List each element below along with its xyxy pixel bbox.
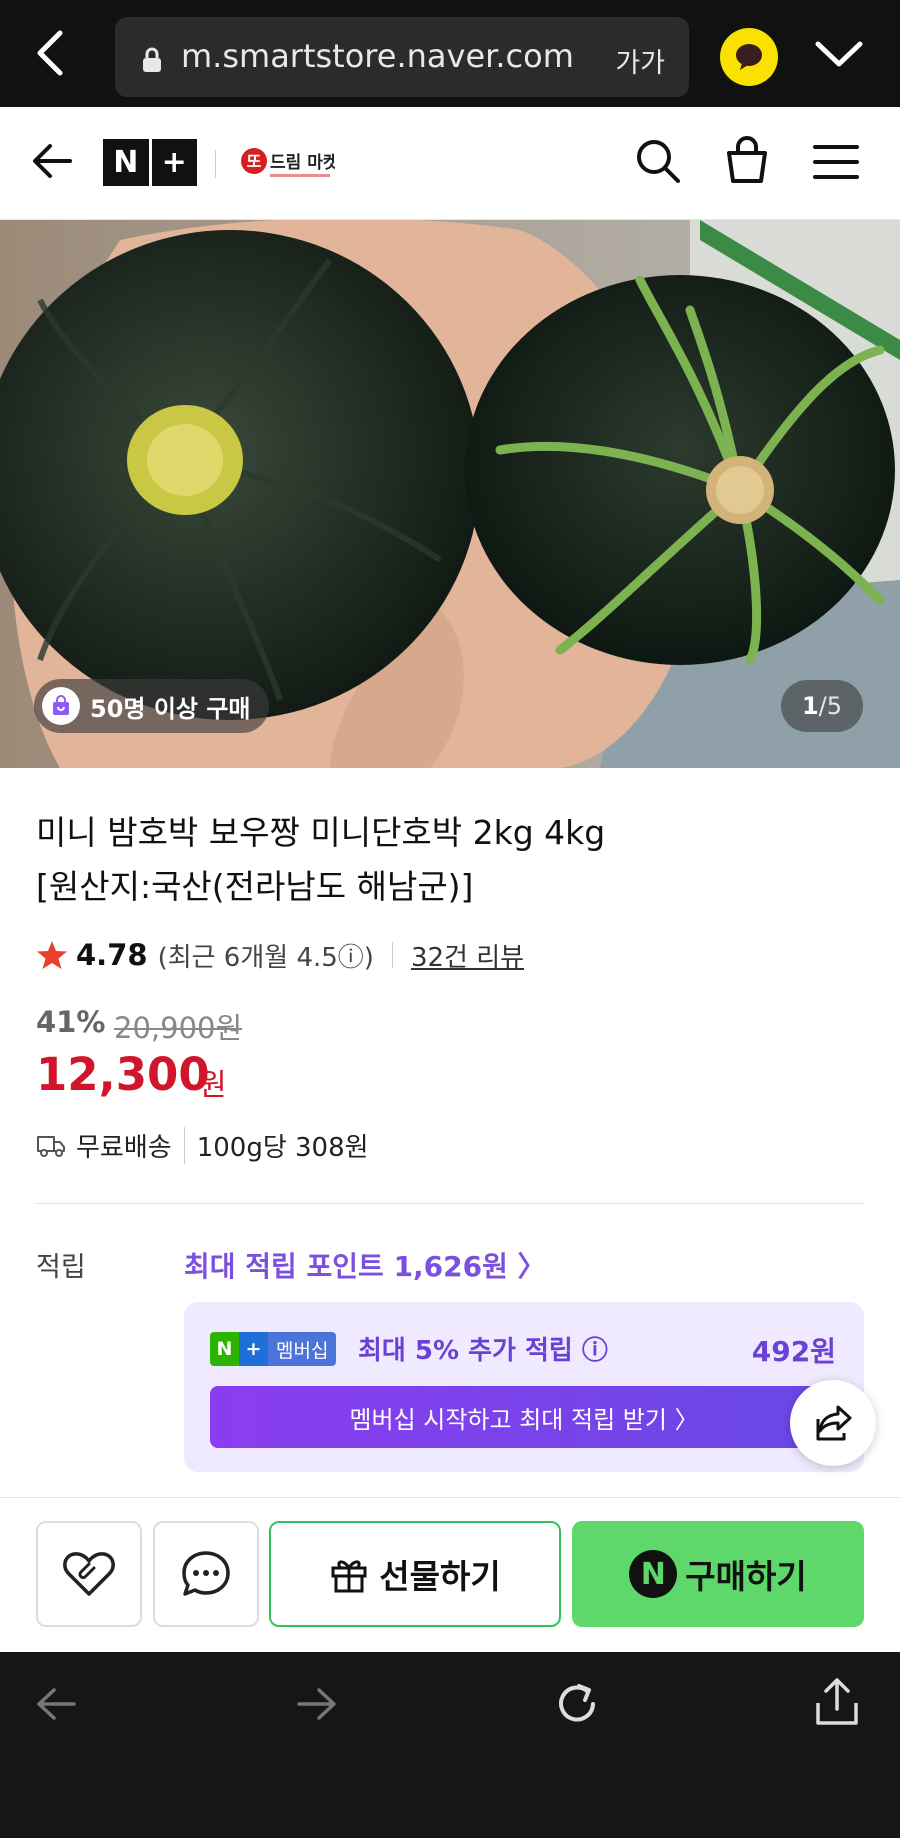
section-divider xyxy=(36,1203,864,1204)
shopping-bag-icon[interactable] xyxy=(723,135,771,185)
gift-icon xyxy=(331,1560,367,1593)
product-title: 미니 밤호박 보우짱 미니단호박 2kg 4kg [원산지:국산(전라남도 해남… xyxy=(36,806,866,914)
naver-pay-icon: N xyxy=(629,1550,678,1598)
lock-icon xyxy=(143,47,161,72)
shopping-bag-icon xyxy=(42,687,80,725)
browser-toolbar: m.smartstore.naver.com 가가 xyxy=(0,0,900,107)
browser-bottom-bar xyxy=(0,1652,900,1838)
speech-bubble-icon xyxy=(736,44,762,70)
text-size-button[interactable]: 가가 xyxy=(615,41,665,80)
logo-divider xyxy=(215,150,216,178)
product-title-line2: [원산지:국산(전라남도 해남군)] xyxy=(36,867,474,906)
buy-button[interactable]: N 구매하기 xyxy=(572,1521,864,1627)
chat-bubble-icon xyxy=(182,1551,230,1596)
naver-plus-logo[interactable]: N + xyxy=(103,139,197,186)
buy-label: 구매하기 xyxy=(685,1557,807,1596)
points-label: 적립 xyxy=(36,1252,86,1283)
membership-extra-points[interactable]: 최대 5% 추가 적립 ⓘ xyxy=(358,1330,608,1367)
store-header: N + 또 드림 마켓 xyxy=(0,107,900,220)
membership-badge-plus: + xyxy=(239,1332,268,1366)
store-logo[interactable]: 또 드림 마켓 xyxy=(240,145,335,185)
back-arrow-icon[interactable] xyxy=(30,139,74,183)
svg-text:또: 또 xyxy=(247,152,262,171)
image-counter-total: /5 xyxy=(818,692,843,720)
rating-divider xyxy=(391,942,393,968)
share-button[interactable] xyxy=(790,1380,876,1466)
rating-score: 4.78 xyxy=(76,938,148,972)
rating-row: 4.78 (최근 6개월 4.5ⓘ) 32건 리뷰 xyxy=(36,935,524,975)
membership-start-button[interactable]: 멤버십 시작하고 최대 적립 받기 〉 xyxy=(210,1386,838,1448)
star-icon xyxy=(37,941,67,969)
url-text: m.smartstore.naver.com xyxy=(181,37,574,75)
chevron-down-icon[interactable] xyxy=(812,34,866,74)
review-link[interactable]: 32건 리뷰 xyxy=(411,937,524,974)
nplus-n: N xyxy=(103,139,152,186)
free-shipping: 무료배송 xyxy=(76,1132,172,1163)
recent-rating[interactable]: (최근 6개월 4.5ⓘ) xyxy=(158,937,374,974)
membership-badge-n: N xyxy=(210,1332,239,1366)
wishlist-button[interactable] xyxy=(36,1521,142,1627)
product-image-carousel[interactable]: 50명 이상 구매 1/5 xyxy=(0,220,900,768)
unit-price: 100g당 308원 xyxy=(183,1126,369,1164)
gift-label: 선물하기 xyxy=(379,1557,501,1596)
original-price: 20,900원 xyxy=(114,1011,243,1045)
truck-icon xyxy=(37,1136,65,1157)
svg-text:드림 마켓: 드림 마켓 xyxy=(270,153,335,173)
browser-back-icon[interactable] xyxy=(30,25,70,81)
image-counter: 1/5 xyxy=(781,680,863,732)
address-bar[interactable]: m.smartstore.naver.com 가가 xyxy=(115,17,689,97)
share-upload-icon[interactable] xyxy=(814,1677,860,1727)
hamburger-menu-icon[interactable] xyxy=(813,144,859,180)
max-points-link[interactable]: 최대 적립 포인트 1,626원 〉 xyxy=(184,1245,546,1285)
sale-price: 12,300 xyxy=(36,1048,210,1101)
gift-button[interactable]: 선물하기 xyxy=(269,1521,561,1627)
discount-rate: 41% xyxy=(36,1005,106,1039)
purchase-count-badge: 50명 이상 구매 xyxy=(34,679,269,733)
share-icon xyxy=(816,1405,852,1441)
membership-badge-text: 멤버십 xyxy=(268,1332,337,1366)
purchase-count-text: 50명 이상 구매 xyxy=(90,694,251,723)
chat-button[interactable] xyxy=(153,1521,259,1627)
search-icon[interactable] xyxy=(634,137,682,185)
nav-back-icon[interactable] xyxy=(34,1684,78,1724)
price-unit: 원 xyxy=(199,1068,227,1103)
shipping-info: 무료배송 100g당 308원 xyxy=(36,1125,369,1165)
image-counter-current: 1 xyxy=(801,692,819,720)
heart-icon xyxy=(63,1552,115,1596)
reload-icon[interactable] xyxy=(553,1680,601,1728)
purchase-action-bar: 선물하기 N 구매하기 xyxy=(0,1498,900,1652)
membership-badge: N + 멤버십 xyxy=(210,1332,337,1366)
nplus-plus: + xyxy=(161,145,187,180)
product-title-line1: 미니 밤호박 보우짱 미니단호박 2kg 4kg xyxy=(36,813,606,852)
kakaotalk-button[interactable] xyxy=(720,28,778,86)
nav-forward-icon[interactable] xyxy=(295,1684,339,1724)
membership-points-amount: 492원 xyxy=(751,1335,836,1368)
membership-box: N + 멤버십 최대 5% 추가 적립 ⓘ 492원 멤버십 시작하고 최대 적… xyxy=(184,1302,864,1472)
